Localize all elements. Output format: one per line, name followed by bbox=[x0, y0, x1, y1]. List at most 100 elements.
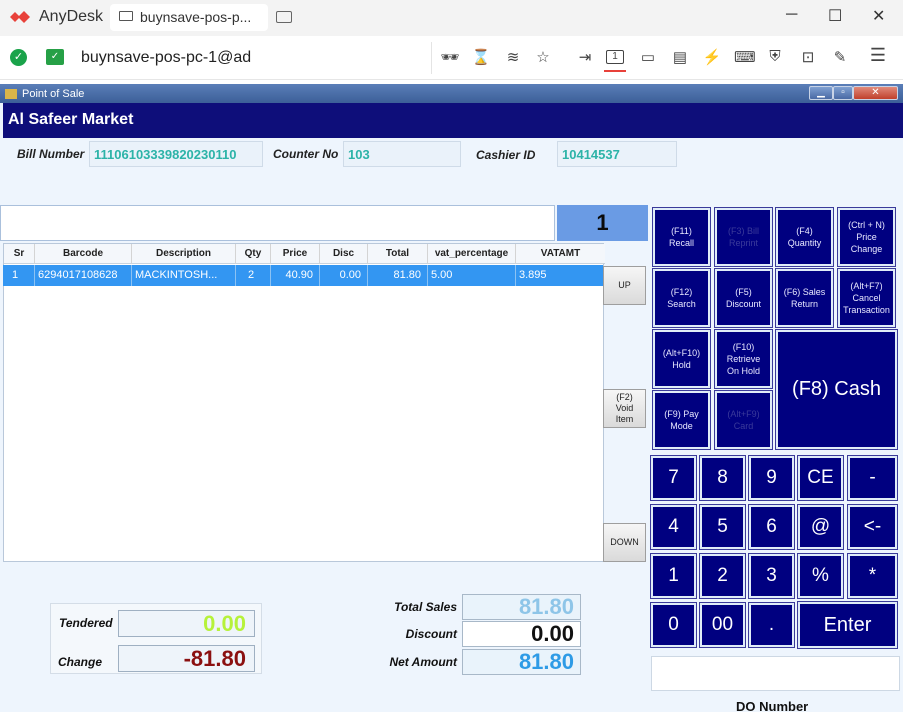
record-icon[interactable]: ⊡ bbox=[798, 48, 818, 66]
hold-button[interactable]: (Alt+F10) Hold bbox=[652, 329, 711, 389]
key-2[interactable]: 2 bbox=[699, 553, 746, 599]
verified-icon: ✓ bbox=[46, 49, 64, 65]
address-text: buynsave-pos-pc-1@ad bbox=[81, 49, 252, 66]
chat-icon[interactable]: ▤ bbox=[670, 48, 690, 66]
quantity-button[interactable]: (F4) Quantity bbox=[775, 207, 834, 267]
active-display-indicator bbox=[604, 70, 626, 72]
keyboard-icon[interactable]: ⌨ bbox=[734, 48, 756, 66]
key-percent-label: % bbox=[812, 565, 829, 586]
up-button-label: UP bbox=[618, 280, 631, 290]
pos-minimize-button[interactable]: ▁ bbox=[809, 86, 833, 100]
total-sales-value: 81.80 bbox=[462, 594, 581, 620]
session-tab-label: buynsave-pos-p... bbox=[140, 9, 252, 25]
key-0-label: 0 bbox=[668, 614, 679, 635]
key-at[interactable]: @ bbox=[797, 504, 844, 550]
cell-sr: 1 bbox=[4, 265, 35, 286]
column-header-description[interactable]: Description bbox=[132, 244, 236, 264]
new-tab-icon[interactable] bbox=[276, 11, 292, 23]
cash-button[interactable]: (F8) Cash bbox=[775, 329, 898, 450]
key-6[interactable]: 6 bbox=[748, 504, 795, 550]
key-8[interactable]: 8 bbox=[699, 455, 746, 501]
pen-icon[interactable]: ✎ bbox=[830, 48, 850, 66]
database-icon[interactable]: ≋ bbox=[503, 48, 523, 66]
void-item-button[interactable]: (F2) Void Item bbox=[603, 389, 646, 428]
key-7[interactable]: 7 bbox=[650, 455, 697, 501]
cancel-transaction-button[interactable]: (Alt+F7) Cancel Transaction bbox=[837, 268, 896, 328]
retrieve-on-hold-label: (F10) Retrieve On Hold bbox=[726, 342, 761, 376]
key-minus[interactable]: - bbox=[847, 455, 898, 501]
key-backspace[interactable]: <- bbox=[847, 504, 898, 550]
pay-mode-button[interactable]: (F9) Pay Mode bbox=[652, 390, 711, 450]
key-2-label: 2 bbox=[717, 565, 728, 586]
key-5-label: 5 bbox=[717, 516, 728, 537]
key-at-label: @ bbox=[810, 516, 831, 537]
pos-maximize-button[interactable]: ▫ bbox=[833, 86, 853, 100]
close-button[interactable]: ✕ bbox=[872, 6, 885, 26]
cancel-transaction-label: (Alt+F7) Cancel Transaction bbox=[843, 281, 890, 315]
session-tab[interactable]: buynsave-pos-p... bbox=[110, 4, 268, 31]
cell-qty: 2 bbox=[236, 265, 271, 286]
column-header-disc[interactable]: Disc bbox=[320, 244, 368, 264]
column-header-vatamt[interactable]: VATAMT bbox=[516, 244, 605, 264]
items-grid[interactable]: Sr Barcode Description Qty Price Disc To… bbox=[3, 243, 605, 562]
barcode-input[interactable] bbox=[0, 205, 555, 241]
hold-label: (Alt+F10) Hold bbox=[662, 348, 701, 370]
key-9[interactable]: 9 bbox=[748, 455, 795, 501]
minimize-button[interactable]: ─ bbox=[786, 6, 797, 24]
bill-reprint-button[interactable]: (F3) Bill Reprint bbox=[714, 207, 773, 267]
key-00[interactable]: 00 bbox=[699, 602, 746, 648]
hourglass-icon[interactable]: ⌛ bbox=[471, 48, 491, 66]
card-button[interactable]: (Alt+F9) Card bbox=[714, 390, 773, 450]
key-3[interactable]: 3 bbox=[748, 553, 795, 599]
cell-price: 40.90 bbox=[271, 265, 320, 286]
key-4[interactable]: 4 bbox=[650, 504, 697, 550]
star-icon[interactable]: ☆ bbox=[533, 48, 553, 66]
do-number-label: DO Number bbox=[736, 699, 809, 712]
cell-barcode: 6294017108628 bbox=[35, 265, 132, 286]
payment-input[interactable] bbox=[651, 656, 900, 691]
down-button[interactable]: DOWN bbox=[603, 523, 646, 562]
key-5[interactable]: 5 bbox=[699, 504, 746, 550]
column-header-total[interactable]: Total bbox=[368, 244, 428, 264]
column-header-sr[interactable]: Sr bbox=[4, 244, 35, 264]
bill-number-field: 11106103339820230110 bbox=[89, 141, 263, 167]
price-change-button[interactable]: (Ctrl + N) Price Change bbox=[837, 207, 896, 267]
retrieve-on-hold-button[interactable]: (F10) Retrieve On Hold bbox=[714, 329, 773, 389]
tendered-label: Tendered bbox=[59, 616, 113, 630]
key-decimal-label: . bbox=[768, 614, 775, 635]
connection-ok-icon: ✓ bbox=[10, 49, 27, 66]
pos-window-icon bbox=[5, 89, 17, 99]
discount-button[interactable]: (F5) Discount bbox=[714, 268, 773, 328]
incognito-icon[interactable]: 🕶 bbox=[440, 48, 460, 66]
cash-label: (F8) Cash bbox=[792, 378, 881, 400]
menu-icon[interactable]: ☰ bbox=[868, 45, 888, 66]
key-1-label: 1 bbox=[668, 565, 679, 586]
column-header-qty[interactable]: Qty bbox=[236, 244, 271, 264]
enter-icon[interactable]: ⇥ bbox=[575, 48, 595, 66]
search-label: (F12) Search bbox=[667, 287, 696, 309]
app-name: AnyDesk bbox=[39, 8, 104, 25]
key-ce[interactable]: CE bbox=[797, 455, 844, 501]
key-6-label: 6 bbox=[766, 516, 777, 537]
cell-vat-percentage: 5.00 bbox=[428, 265, 516, 286]
search-button[interactable]: (F12) Search bbox=[652, 268, 711, 328]
key-1[interactable]: 1 bbox=[650, 553, 697, 599]
shield-icon[interactable]: ⛨ bbox=[765, 48, 785, 65]
key-0[interactable]: 0 bbox=[650, 602, 697, 648]
maximize-button[interactable]: ☐ bbox=[828, 6, 842, 26]
monitor-icon[interactable]: ▭ bbox=[638, 48, 658, 66]
enter-button[interactable]: Enter bbox=[797, 601, 898, 649]
column-header-price[interactable]: Price bbox=[271, 244, 320, 264]
lightning-icon[interactable]: ⚡ bbox=[702, 48, 722, 66]
key-percent[interactable]: % bbox=[797, 553, 844, 599]
display-1-icon[interactable]: 1 bbox=[606, 50, 624, 64]
up-button[interactable]: UP bbox=[603, 266, 646, 305]
key-asterisk[interactable]: * bbox=[847, 553, 898, 599]
key-decimal[interactable]: . bbox=[748, 602, 795, 648]
column-header-barcode[interactable]: Barcode bbox=[35, 244, 132, 264]
recall-button[interactable]: (F11) Recall bbox=[652, 207, 711, 267]
pos-close-button[interactable]: ✕ bbox=[853, 86, 898, 100]
enter-label: Enter bbox=[823, 613, 872, 636]
column-header-vat-percentage[interactable]: vat_percentage bbox=[428, 244, 516, 264]
sales-return-button[interactable]: (F6) Sales Return bbox=[775, 268, 834, 328]
